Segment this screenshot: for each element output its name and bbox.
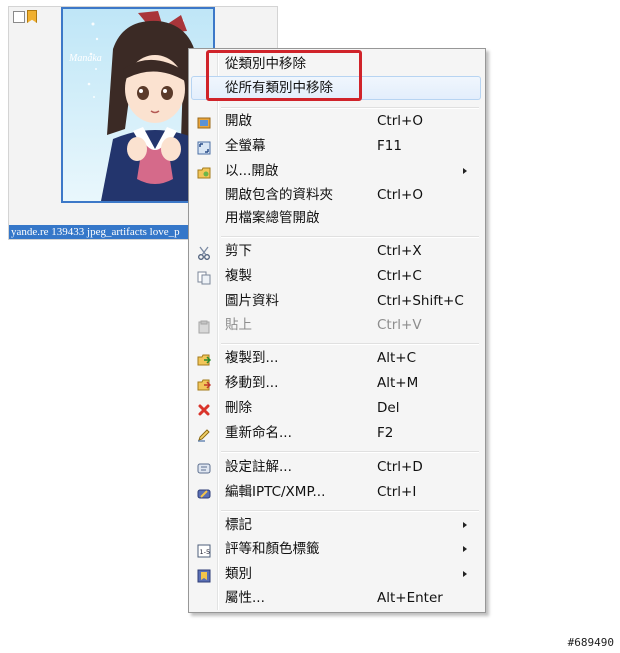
menu-item-label: 複製到... [225,350,279,366]
menu-item-label: 重新命名... [225,425,292,441]
category-icon [197,567,211,583]
menu-item-label: 複製 [225,268,252,284]
menu-separator [221,343,479,345]
menu-item-open-containing-folder[interactable]: 開啟包含的資料夾 Ctrl+O [191,183,481,207]
rename-icon [197,426,211,442]
menu-item-fullscreen[interactable]: 全螢幕 F11 [191,134,481,158]
svg-text:1-5: 1-5 [200,548,211,556]
menu-item-shortcut: Del [377,400,400,416]
menu-item-label: 開啟 [225,113,252,129]
menu-item-shortcut: Ctrl+X [377,243,422,259]
annotation-highlight-box [206,50,362,101]
submenu-arrow-icon [463,571,467,577]
copy-to-icon [197,351,212,366]
fullscreen-icon [197,139,211,155]
menu-item-label: 移動到... [225,375,279,391]
menu-item-shortcut: Ctrl+O [377,113,423,129]
menu-item-copy-to[interactable]: 複製到... Alt+C [191,346,481,370]
menu-item-open-with[interactable]: 以...開啟 [191,159,481,183]
edit-metadata-icon [197,485,211,499]
menu-item-rename[interactable]: 重新命名... F2 [191,421,481,445]
menu-item-label: 設定註解... [225,459,292,475]
delete-icon [197,401,211,416]
rating-icon: 1-5 [197,542,211,558]
menu-item-label: 開啟包含的資料夾 [225,187,333,203]
menu-item-shortcut: Ctrl+C [377,268,422,284]
menu-item-shortcut: F11 [377,138,402,154]
submenu-arrow-icon [463,168,467,174]
move-to-icon [197,376,212,391]
menu-item-shortcut: Ctrl+Shift+C [377,293,464,309]
paste-icon [197,318,211,334]
menu-item-label: 全螢幕 [225,138,266,154]
comment-icon [197,460,211,474]
bookmark-flag-icon[interactable] [27,10,37,23]
menu-item-shortcut: Alt+Enter [377,590,443,606]
submenu-arrow-icon [463,546,467,552]
menu-item-image-data[interactable]: 圖片資料 Ctrl+Shift+C [191,289,481,313]
menu-item-label: 用檔案總管開啟 [225,210,320,226]
menu-item-label: 標記 [225,517,252,533]
menu-item-label: 類別 [225,566,252,582]
menu-separator [221,236,479,238]
menu-separator [221,510,479,512]
menu-item-properties[interactable]: 屬性... Alt+Enter [191,586,481,610]
menu-item-label: 以...開啟 [225,163,279,179]
menu-item-move-to[interactable]: 移動到... Alt+M [191,371,481,395]
menu-item-paste[interactable]: 貼上 Ctrl+V [191,313,481,337]
menu-item-shortcut: Ctrl+O [377,187,423,203]
menu-item-delete[interactable]: 刪除 Del [191,396,481,420]
menu-item-shortcut: F2 [377,425,394,441]
menu-item-label: 編輯IPTC/XMP... [225,484,326,500]
open-with-icon [197,164,211,179]
watermark: #689490 [567,636,614,649]
menu-item-shortcut: Ctrl+I [377,484,417,500]
thumbnail-signature: Manaka [68,53,102,64]
menu-item-label: 評等和顏色標籤 [225,541,320,557]
menu-item-rating-color-label[interactable]: 1-5 評等和顏色標籤 [191,537,481,561]
menu-item-label: 圖片資料 [225,293,279,309]
menu-item-shortcut: Ctrl+D [377,459,423,475]
copy-icon [197,269,211,285]
menu-item-shortcut: Alt+C [377,350,417,366]
menu-item-shortcut: Ctrl+V [377,317,422,333]
menu-item-open[interactable]: 開啟 Ctrl+O [191,109,481,133]
menu-item-cut[interactable]: 剪下 Ctrl+X [191,239,481,263]
menu-item-label: 屬性... [225,590,265,606]
submenu-arrow-icon [463,522,467,528]
menu-item-set-comment[interactable]: 設定註解... Ctrl+D [191,455,481,479]
menu-item-shortcut: Alt+M [377,375,419,391]
menu-item-open-in-explorer[interactable]: 用檔案總管開啟 [191,206,481,230]
menu-item-label: 剪下 [225,243,252,259]
select-checkbox[interactable] [13,11,25,23]
menu-item-label: 刪除 [225,400,252,416]
menu-separator [221,451,479,453]
menu-item-edit-iptc-xmp[interactable]: 編輯IPTC/XMP... Ctrl+I [191,480,481,504]
menu-item-label: 貼上 [225,317,252,333]
menu-item-mark[interactable]: 標記 [191,513,481,537]
menu-item-category[interactable]: 類別 [191,562,481,586]
context-menu: 從類別中移除 從所有類別中移除 開啟 Ctrl+O 全螢幕 F11 以...開啟… [188,48,486,613]
open-image-icon [197,114,211,129]
menu-item-copy[interactable]: 複製 Ctrl+C [191,264,481,288]
scissors-icon [197,244,211,260]
